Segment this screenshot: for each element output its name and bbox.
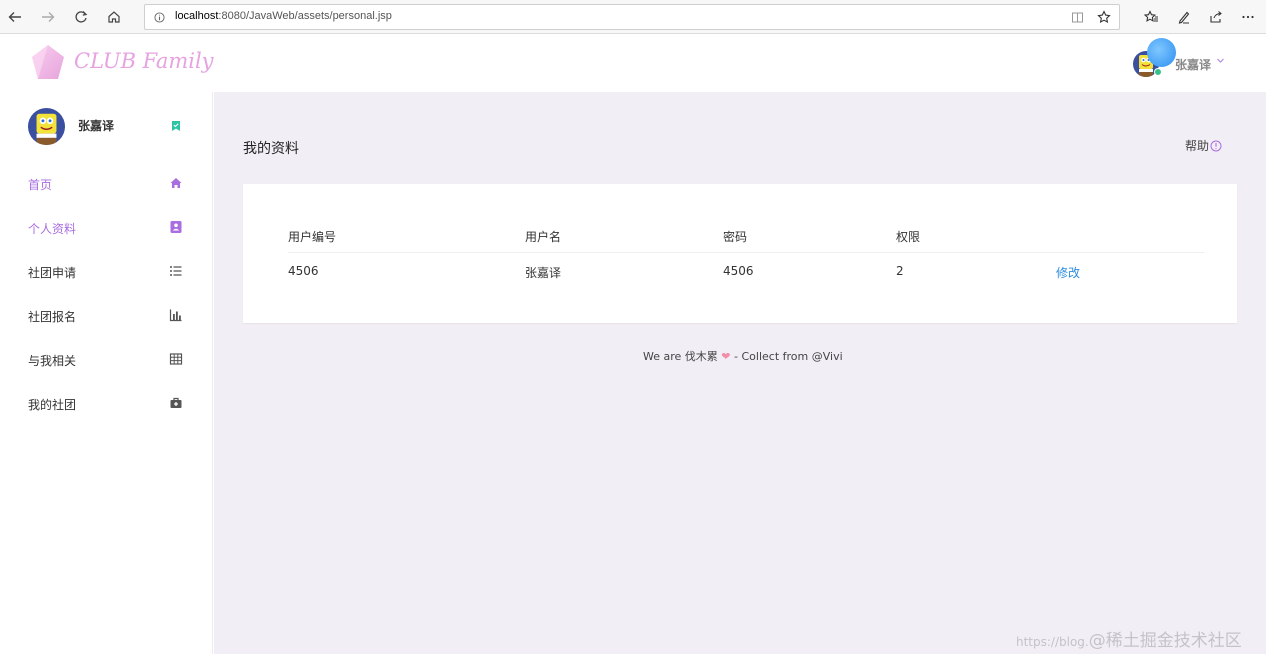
watermark-text: @稀土掘金技术社区 [1088, 631, 1242, 651]
list-icon [170, 266, 182, 276]
home-button[interactable] [103, 6, 125, 28]
sidebar-username: 张嘉译 [78, 119, 115, 133]
sidebar-item-my-clubs[interactable]: 我的社团 [0, 382, 212, 426]
heart-icon: ❤ [721, 350, 731, 363]
arrow-left-icon [8, 12, 21, 22]
back-button[interactable] [4, 6, 26, 28]
sidebar-item-label: 首页 [28, 178, 53, 192]
refresh-icon [75, 11, 88, 23]
reading-view-icon[interactable] [1071, 11, 1084, 24]
cell-password: 4506 [723, 264, 754, 278]
share-button[interactable] [1205, 6, 1227, 28]
cell-user-id: 4506 [288, 264, 319, 278]
more-button[interactable] [1237, 6, 1259, 28]
briefcase-icon [170, 397, 182, 408]
sidebar-item-home[interactable]: 首页 [0, 162, 212, 206]
address-bar[interactable]: localhost:8080/JavaWeb/assets/personal.j… [144, 4, 1120, 30]
main-content: 我的资料 帮助 用户编号 用户名 密码 权限 4506 张嘉译 4506 2 修… [214, 92, 1266, 654]
verified-bookmark-icon [172, 121, 180, 131]
refresh-button[interactable] [70, 6, 92, 28]
online-status-dot [1154, 68, 1162, 76]
help-label: 帮助 [1185, 139, 1210, 153]
sidebar-item-label: 我的社团 [28, 398, 77, 412]
notification-bubble[interactable] [1147, 38, 1176, 67]
favorites-icon [1143, 10, 1158, 22]
footer-suffix: - Collect from @Vivi [734, 350, 843, 363]
sidebar-item-label: 社团申请 [28, 266, 77, 280]
sidebar-item-label: 社团报名 [28, 310, 77, 324]
sidebar-item-related[interactable]: 与我相关 [0, 338, 212, 382]
sidebar-avatar[interactable] [28, 108, 65, 145]
column-header-password: 密码 [723, 230, 748, 244]
id-card-icon [170, 221, 182, 233]
table-divider [288, 252, 1204, 253]
notes-button[interactable] [1173, 6, 1195, 28]
cell-permission: 2 [896, 264, 904, 278]
more-dots-icon [1242, 15, 1254, 19]
logo-text[interactable]: CLUB Family [74, 49, 214, 73]
edit-link[interactable]: 修改 [1056, 264, 1080, 281]
star-icon[interactable] [1097, 10, 1111, 24]
column-header-username: 用户名 [525, 230, 562, 244]
sidebar: 张嘉译 首页 个人资料 社团申请 社团报名 与我相关 我的社团 [0, 92, 213, 654]
home-icon [170, 178, 182, 188]
sidebar-item-label: 与我相关 [28, 354, 77, 368]
share-icon [1210, 11, 1222, 23]
page-title: 我的资料 [243, 141, 299, 157]
browser-toolbar: localhost:8080/JavaWeb/assets/personal.j… [0, 0, 1266, 34]
bar-chart-icon [169, 309, 182, 322]
cell-username: 张嘉译 [525, 266, 562, 280]
footer: We are 伐木累 ❤ - Collect from @Vivi [643, 348, 843, 364]
spongebob-avatar-icon [28, 108, 65, 145]
app-header: CLUB Family 张嘉译 [0, 35, 1266, 92]
column-header-permission: 权限 [896, 230, 921, 244]
watermark: https://blog.@稀土掘金技术社区 [1016, 626, 1242, 651]
sidebar-item-club-signup[interactable]: 社团报名 [0, 294, 212, 338]
pentagon-logo-icon [32, 45, 64, 79]
sidebar-item-label: 个人资料 [28, 222, 77, 236]
sidebar-item-club-apply[interactable]: 社团申请 [0, 250, 212, 294]
profile-card: 用户编号 用户名 密码 权限 4506 张嘉译 4506 2 修改 [243, 184, 1237, 323]
forward-button[interactable] [37, 6, 59, 28]
sidebar-item-profile[interactable]: 个人资料 [0, 206, 212, 250]
pen-icon [1178, 11, 1190, 24]
help-info-icon [1210, 140, 1222, 152]
column-header-user-id: 用户编号 [288, 230, 337, 244]
arrow-right-icon [42, 12, 55, 22]
home-outline-icon [108, 11, 120, 23]
table-icon [169, 353, 183, 365]
url-text: localhost:8080/JavaWeb/assets/personal.j… [175, 10, 392, 22]
url-host: localhost [175, 10, 219, 22]
chevron-down-icon[interactable] [1216, 56, 1225, 68]
header-username[interactable]: 张嘉译 [1175, 56, 1211, 73]
help-link[interactable]: 帮助 [1185, 137, 1222, 154]
url-path: :8080/JavaWeb/assets/personal.jsp [218, 10, 392, 22]
favorites-button[interactable] [1140, 6, 1162, 28]
info-icon [154, 12, 165, 23]
watermark-prefix: https://blog. [1016, 635, 1089, 649]
footer-prefix: We are 伐木累 [643, 350, 718, 363]
